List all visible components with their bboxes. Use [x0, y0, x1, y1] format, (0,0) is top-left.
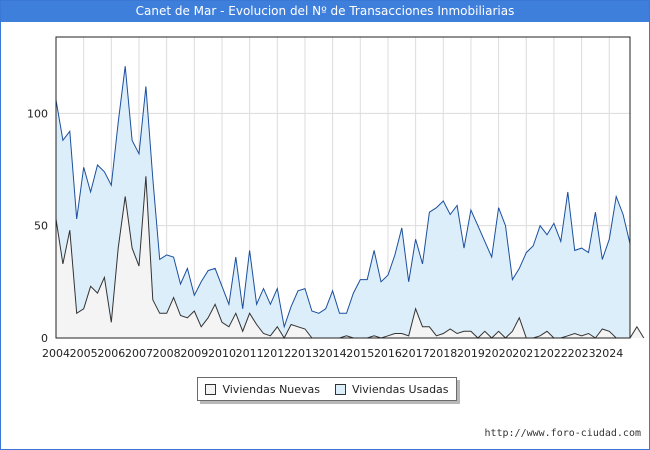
- x-tick-label: 2024: [595, 347, 623, 360]
- x-tick-label: 2016: [374, 347, 402, 360]
- source-url[interactable]: http://www.foro-ciudad.com: [484, 428, 641, 439]
- x-tick-label: 2008: [153, 347, 181, 360]
- x-tick-label: 2013: [291, 347, 319, 360]
- legend-swatch-nuevas: [205, 383, 217, 395]
- x-tick-label: 2010: [208, 347, 236, 360]
- x-tick-label: 2014: [319, 347, 347, 360]
- x-tick-label: 2009: [180, 347, 208, 360]
- x-tick-label: 2020: [485, 347, 513, 360]
- x-tick-label: 2012: [263, 347, 291, 360]
- x-tick-label: 2011: [236, 347, 264, 360]
- y-tick-label: 0: [41, 332, 48, 345]
- x-tick-label: 2005: [70, 347, 98, 360]
- x-tick-label: 2023: [568, 347, 596, 360]
- x-tick-label: 2018: [429, 347, 457, 360]
- x-tick-label: 2017: [402, 347, 430, 360]
- legend-swatch-usadas: [334, 383, 346, 395]
- legend-item-nuevas: Viviendas Nuevas: [205, 383, 320, 396]
- x-tick-label: 2007: [125, 347, 153, 360]
- chart-frame: Canet de Mar - Evolucion del Nº de Trans…: [0, 0, 650, 450]
- x-tick-label: 2019: [457, 347, 485, 360]
- x-tick-label: 2006: [97, 347, 125, 360]
- legend-label-nuevas: Viviendas Nuevas: [222, 382, 321, 396]
- legend-item-usadas: Viviendas Usadas: [334, 382, 449, 396]
- x-tick-label: 2004: [42, 347, 70, 360]
- x-tick-label: 2015: [346, 347, 374, 360]
- x-tick-label: 2021: [512, 347, 540, 360]
- chart-legend: Viviendas Nuevas Viviendas Usadas: [197, 377, 457, 401]
- legend-label-usadas: Viviendas Usadas: [351, 382, 449, 396]
- y-tick-label: 50: [34, 220, 48, 233]
- y-tick-label: 100: [27, 107, 48, 120]
- x-tick-label: 2022: [540, 347, 568, 360]
